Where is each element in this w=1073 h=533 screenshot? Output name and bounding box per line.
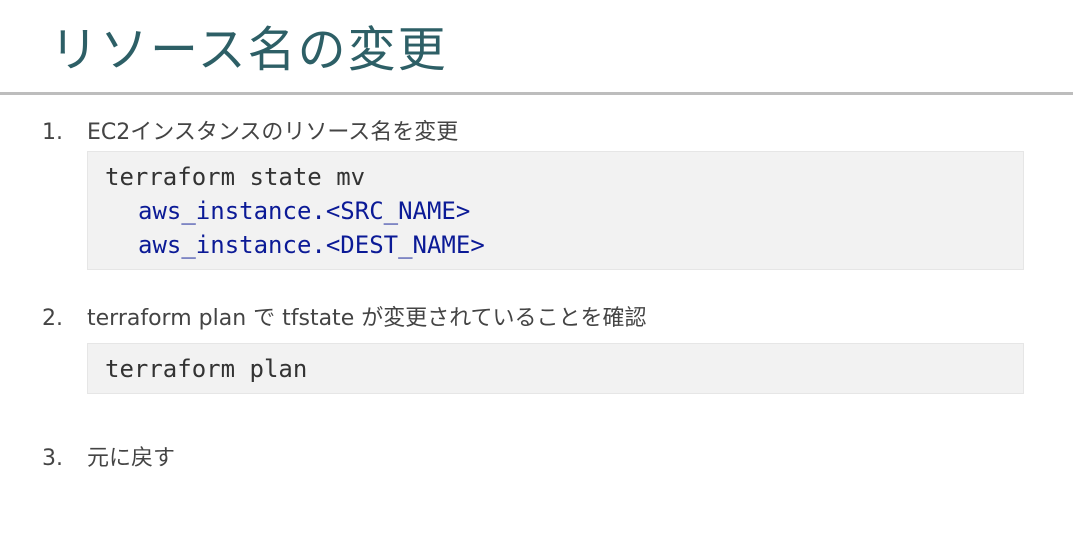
code-line: terraform state mv: [105, 163, 366, 191]
step-2: 2. terraform plan で tfstate が変更されていることを確認: [42, 300, 647, 332]
code-block-1: terraform state mv aws_instance.<SRC_NAM…: [87, 151, 1024, 270]
code-block-2: terraform plan: [87, 343, 1024, 394]
title-divider: [0, 92, 1073, 95]
code-line: aws_instance.<DEST_NAME>: [138, 231, 485, 259]
code-line: terraform plan: [105, 355, 308, 383]
step-number: 1.: [42, 120, 63, 145]
step-1: 1. EC2インスタンスのリソース名を変更: [42, 114, 458, 146]
step-number: 2.: [42, 306, 63, 331]
slide-title: リソース名の変更: [50, 22, 448, 78]
step-text: EC2インスタンスのリソース名を変更: [87, 120, 459, 145]
step-text: terraform plan で tfstate が変更されていることを確認: [87, 306, 647, 331]
step-number: 3.: [42, 446, 63, 471]
step-3: 3. 元に戻す: [42, 440, 175, 472]
step-text: 元に戻す: [87, 446, 176, 471]
code-line: aws_instance.<SRC_NAME>: [138, 197, 471, 225]
